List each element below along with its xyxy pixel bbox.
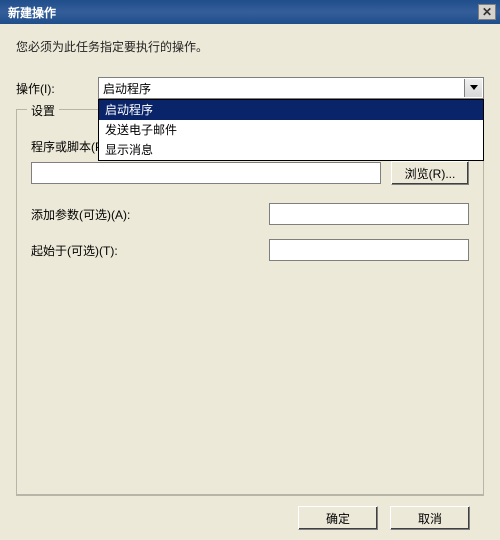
startin-label: 起始于(可选)(T): bbox=[31, 242, 269, 259]
action-dropdown-list: 启动程序 发送电子邮件 显示消息 bbox=[98, 99, 484, 161]
window-title: 新建操作 bbox=[8, 4, 56, 21]
startin-input[interactable] bbox=[269, 239, 469, 261]
args-input[interactable] bbox=[269, 203, 469, 225]
args-label: 添加参数(可选)(A): bbox=[31, 206, 269, 223]
instruction-text: 您必须为此任务指定要执行的操作。 bbox=[16, 38, 484, 55]
titlebar: 新建操作 ✕ bbox=[0, 0, 500, 24]
program-row: 浏览(R)... bbox=[31, 161, 469, 185]
action-label: 操作(I): bbox=[16, 80, 98, 97]
program-input[interactable] bbox=[31, 162, 381, 184]
action-select-display[interactable]: 启动程序 bbox=[98, 77, 484, 99]
action-row: 操作(I): 启动程序 启动程序 发送电子邮件 显示消息 bbox=[16, 77, 484, 99]
settings-group-title: 设置 bbox=[27, 102, 59, 119]
close-icon: ✕ bbox=[482, 5, 492, 19]
chevron-down-icon bbox=[470, 85, 478, 91]
dropdown-arrow-button[interactable] bbox=[464, 79, 482, 97]
action-select[interactable]: 启动程序 启动程序 发送电子邮件 显示消息 bbox=[98, 77, 484, 99]
dropdown-option-send-email[interactable]: 发送电子邮件 bbox=[99, 120, 483, 140]
close-button[interactable]: ✕ bbox=[478, 4, 496, 20]
browse-button[interactable]: 浏览(R)... bbox=[391, 161, 469, 185]
settings-group: 设置 程序或脚本(P): 浏览(R)... 添加参数(可选)(A): 起始于(可… bbox=[16, 109, 484, 495]
cancel-button[interactable]: 取消 bbox=[390, 506, 470, 530]
dropdown-option-show-message[interactable]: 显示消息 bbox=[99, 140, 483, 160]
args-row: 添加参数(可选)(A): bbox=[31, 203, 469, 225]
dropdown-option-start-program[interactable]: 启动程序 bbox=[99, 100, 483, 120]
action-selected-value: 启动程序 bbox=[103, 80, 151, 97]
dialog-footer: 确定 取消 bbox=[16, 495, 484, 540]
startin-row: 起始于(可选)(T): bbox=[31, 239, 469, 261]
ok-button[interactable]: 确定 bbox=[298, 506, 378, 530]
dialog-body: 您必须为此任务指定要执行的操作。 操作(I): 启动程序 启动程序 发送电子邮件… bbox=[0, 24, 500, 540]
